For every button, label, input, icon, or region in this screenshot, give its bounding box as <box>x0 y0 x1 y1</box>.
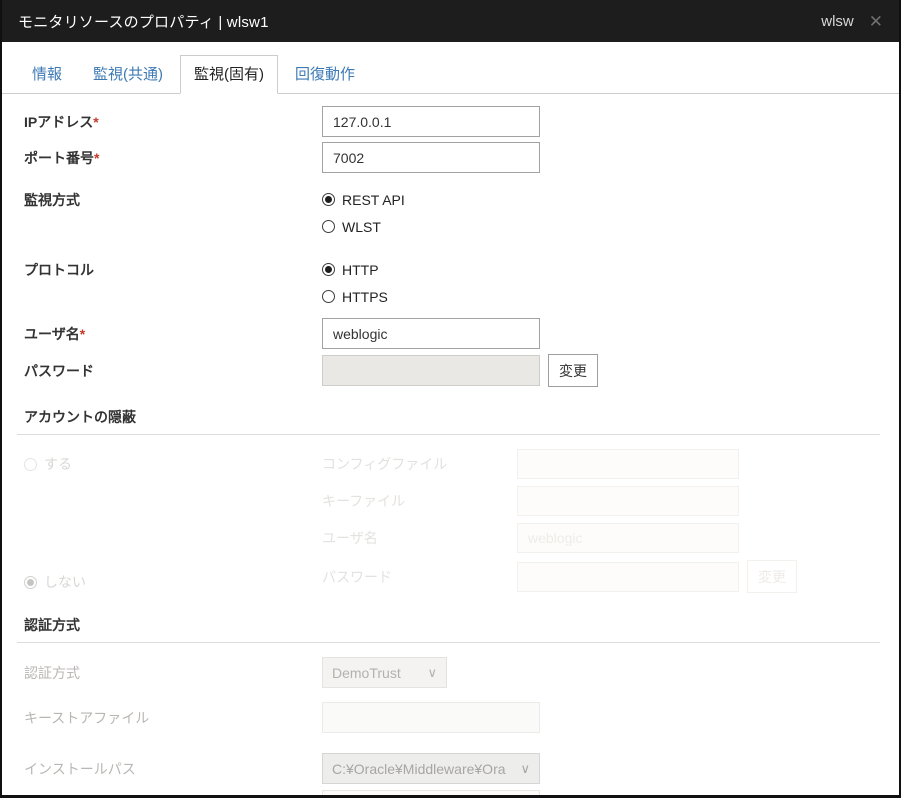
config-file-input <box>517 449 739 479</box>
radio-hide-off: しない <box>24 567 322 597</box>
install-path-label: インストールパス <box>24 760 136 777</box>
window-label: wlsw <box>821 12 854 30</box>
hidden-password-label: パスワード <box>322 568 392 585</box>
radio-button-icon <box>322 193 335 206</box>
ip-address-label: IPアドレス* <box>24 113 99 130</box>
required-mark: * <box>94 149 100 166</box>
tab-bar: 情報 監視(共通) 監視(固有) 回復動作 <box>2 55 899 94</box>
radio-http[interactable]: HTTP <box>322 256 388 283</box>
protocol-row: プロトコル HTTP HTTPS <box>24 256 877 310</box>
tab-content: IPアドレス* ポート番号* 監視方式 REST API WLST <box>2 94 899 795</box>
title-bar: モニタリソースのプロパティ | wlsw1 wlsw ✕ <box>2 0 899 42</box>
tab-info[interactable]: 情報 <box>18 55 76 93</box>
radio-button-icon <box>322 220 335 233</box>
install-path-row: インストールパス C:¥Oracle¥Middleware¥Ora ∨ <box>24 753 877 784</box>
account-hiding-fields: コンフィグファイル キーファイル ユーザ名 パスワード 変更 <box>322 449 797 600</box>
command-option-input <box>322 790 540 795</box>
key-file-row: キーファイル <box>322 486 797 516</box>
password-change-button[interactable]: 変更 <box>548 354 598 387</box>
monitor-method-row: 監視方式 REST API WLST <box>24 186 877 240</box>
port-input[interactable] <box>322 142 540 173</box>
auth-method-label: 認証方式 <box>24 664 80 681</box>
config-file-row: コンフィグファイル <box>322 449 797 479</box>
tab-recovery-action[interactable]: 回復動作 <box>281 55 369 93</box>
keystore-row: キーストアファイル <box>24 702 877 733</box>
command-option-row: 追加コマンドオプション <box>24 790 877 795</box>
key-file-label: キーファイル <box>322 493 406 509</box>
monitor-method-group: REST API WLST <box>322 186 405 240</box>
radio-https[interactable]: HTTPS <box>322 283 388 310</box>
key-file-input <box>517 486 739 516</box>
radio-button-icon <box>322 290 335 303</box>
username-label: ユーザ名* <box>24 325 86 342</box>
password-label: パスワード <box>24 362 94 379</box>
password-row: パスワード 変更 <box>24 354 877 387</box>
install-path-select: C:¥Oracle¥Middleware¥Ora ∨ <box>322 753 540 784</box>
monitor-resource-properties-dialog: モニタリソースのプロパティ | wlsw1 wlsw ✕ 情報 監視(共通) 監… <box>0 0 901 798</box>
account-hiding-section-title: アカウントの隠蔽 <box>17 407 880 435</box>
ip-address-input[interactable] <box>322 106 540 137</box>
radio-button-icon <box>24 575 37 589</box>
username-row: ユーザ名* <box>24 318 877 349</box>
radio-rest-api[interactable]: REST API <box>322 186 405 213</box>
account-hiding-radios: する しない <box>24 449 322 600</box>
config-file-label: コンフィグファイル <box>322 456 448 472</box>
account-hiding-section: する しない コンフィグファイル キーファイル ユーザ名 weblogic パス… <box>24 449 877 600</box>
auth-method-select: DemoTrust ∨ <box>322 657 447 688</box>
tab-monitor-common[interactable]: 監視(共通) <box>79 55 177 93</box>
radio-hide-on: する <box>24 449 322 479</box>
radio-button-icon <box>322 263 335 276</box>
protocol-group: HTTP HTTPS <box>322 256 388 310</box>
radio-wlst[interactable]: WLST <box>322 213 405 240</box>
chevron-down-icon: ∨ <box>427 664 437 680</box>
port-row: ポート番号* <box>24 142 877 173</box>
auth-method-row: 認証方式 DemoTrust ∨ <box>24 657 877 688</box>
dialog-title: モニタリソースのプロパティ | wlsw1 <box>18 13 269 31</box>
keystore-label: キーストアファイル <box>24 709 150 726</box>
radio-button-icon <box>24 457 37 471</box>
hidden-password-row: パスワード 変更 <box>322 560 797 593</box>
required-mark: * <box>93 113 99 130</box>
tab-monitor-specific[interactable]: 監視(固有) <box>180 55 279 94</box>
required-mark: * <box>79 325 86 342</box>
hidden-password-change-button: 変更 <box>747 560 797 593</box>
port-label: ポート番号* <box>24 149 100 166</box>
hidden-username-label: ユーザ名 <box>322 530 378 546</box>
protocol-label: プロトコル <box>24 262 94 278</box>
close-icon[interactable]: ✕ <box>869 13 883 30</box>
hidden-username-row: ユーザ名 <box>322 523 797 553</box>
keystore-input <box>322 702 540 733</box>
password-input <box>322 355 540 386</box>
username-input[interactable] <box>322 318 540 349</box>
hidden-password-input <box>517 561 739 592</box>
auth-section-title: 認証方式 <box>17 615 880 643</box>
monitor-method-label: 監視方式 <box>24 192 80 208</box>
chevron-down-icon: ∨ <box>520 760 530 776</box>
hidden-username-input <box>517 523 739 553</box>
ip-address-row: IPアドレス* <box>24 106 877 137</box>
